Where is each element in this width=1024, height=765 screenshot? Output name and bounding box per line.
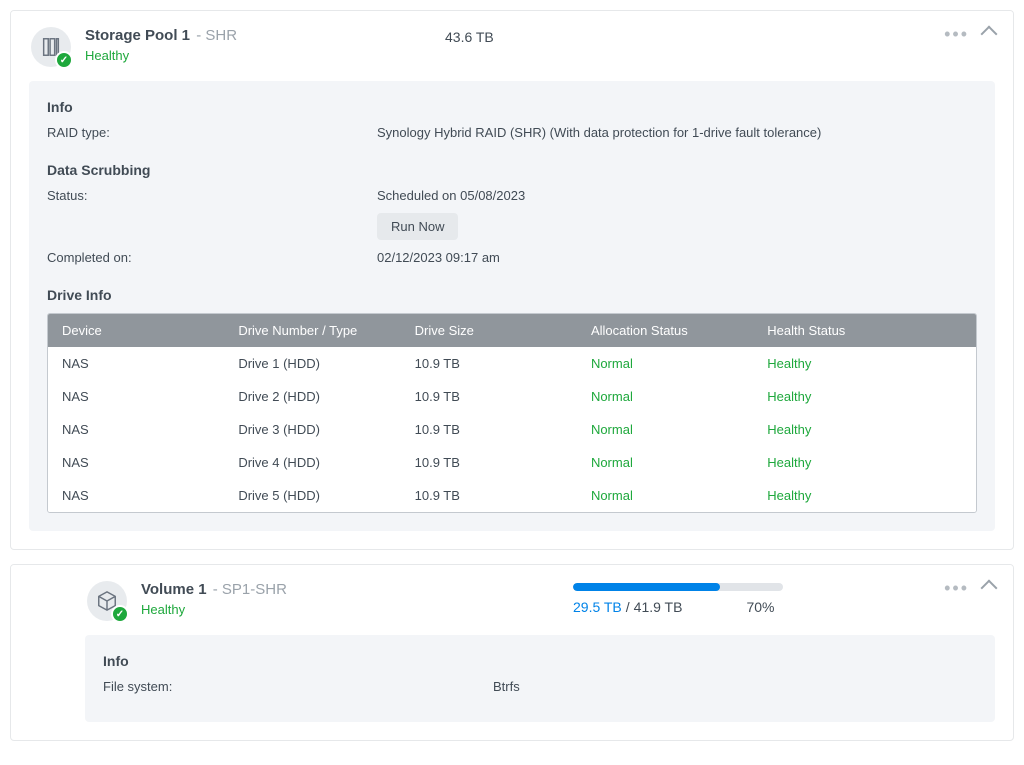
pool-status: Healthy (85, 48, 445, 63)
cell-health-status: Healthy (753, 347, 976, 380)
cell-drive-number: Drive 3 (HDD) (224, 413, 400, 446)
drive-info-heading: Drive Info (47, 287, 977, 303)
cell-device: NAS (48, 446, 224, 479)
col-size: Drive Size (401, 314, 577, 347)
volume-header: ✓ Volume 1 - SP1-SHR Healthy 29.5 TB / 4… (11, 565, 1013, 635)
raid-type-value: Synology Hybrid RAID (SHR) (With data pr… (377, 125, 977, 140)
drive-table: Device Drive Number / Type Drive Size Al… (47, 313, 977, 513)
pool-title-block: Storage Pool 1 - SHR Healthy (85, 27, 445, 63)
usage-progress-bar (573, 583, 783, 591)
usage-progress-fill (573, 583, 720, 591)
cell-device: NAS (48, 347, 224, 380)
table-row[interactable]: NASDrive 1 (HDD)10.9 TBNormalHealthy (48, 347, 976, 380)
scrub-status-value: Scheduled on 05/08/2023 (377, 188, 977, 203)
volume-more-menu[interactable]: ••• (944, 579, 969, 597)
table-row[interactable]: NASDrive 3 (HDD)10.9 TBNormalHealthy (48, 413, 976, 446)
volume-collapse-toggle[interactable] (981, 580, 998, 597)
volume-total: 41.9 TB (634, 599, 683, 615)
pool-capacity: 43.6 TB (445, 27, 993, 45)
cell-drive-size: 10.9 TB (401, 380, 577, 413)
cell-drive-number: Drive 4 (HDD) (224, 446, 400, 479)
cell-alloc-status: Normal (577, 380, 753, 413)
cell-drive-number: Drive 5 (HDD) (224, 479, 400, 512)
pool-info-body: Info RAID type: Synology Hybrid RAID (SH… (29, 81, 995, 531)
cell-health-status: Healthy (753, 413, 976, 446)
pool-header: ✓ Storage Pool 1 - SHR Healthy 43.6 TB •… (11, 11, 1013, 81)
fs-value: Btrfs (493, 679, 977, 694)
volume-subtitle: - SP1-SHR (213, 581, 287, 598)
status-check-icon: ✓ (111, 605, 129, 623)
col-number: Drive Number / Type (224, 314, 400, 347)
cell-health-status: Healthy (753, 479, 976, 512)
table-row[interactable]: NASDrive 5 (HDD)10.9 TBNormalHealthy (48, 479, 976, 512)
cell-device: NAS (48, 380, 224, 413)
scrub-completed-value: 02/12/2023 09:17 am (377, 250, 977, 265)
cell-device: NAS (48, 479, 224, 512)
scrub-status-label: Status: (47, 188, 377, 203)
cell-alloc-status: Normal (577, 413, 753, 446)
cell-alloc-status: Normal (577, 479, 753, 512)
table-row[interactable]: NASDrive 4 (HDD)10.9 TBNormalHealthy (48, 446, 976, 479)
status-check-icon: ✓ (55, 51, 73, 69)
cell-health-status: Healthy (753, 380, 976, 413)
pool-subtitle: - SHR (196, 27, 237, 44)
volume-title-block: Volume 1 - SP1-SHR Healthy (141, 581, 287, 617)
pool-collapse-toggle[interactable] (981, 26, 998, 43)
vol-info-heading: Info (103, 653, 977, 669)
cell-drive-size: 10.9 TB (401, 479, 577, 512)
usage-sep: / (626, 599, 630, 615)
volume-percent: 70% (746, 599, 774, 615)
storage-pool-panel: ✓ Storage Pool 1 - SHR Healthy 43.6 TB •… (10, 10, 1014, 550)
volume-info-body: Info File system: Btrfs (85, 635, 995, 722)
cell-drive-number: Drive 1 (HDD) (224, 347, 400, 380)
table-row[interactable]: NASDrive 2 (HDD)10.9 TBNormalHealthy (48, 380, 976, 413)
cell-drive-size: 10.9 TB (401, 446, 577, 479)
pool-more-menu[interactable]: ••• (944, 25, 969, 43)
volume-status: Healthy (141, 602, 287, 617)
cell-device: NAS (48, 413, 224, 446)
scrub-completed-label: Completed on: (47, 250, 377, 265)
volume-used: 29.5 TB (573, 599, 622, 615)
cell-health-status: Healthy (753, 446, 976, 479)
raid-type-label: RAID type: (47, 125, 377, 140)
pool-title: Storage Pool 1 (85, 27, 190, 44)
fs-label: File system: (103, 679, 493, 694)
volume-title: Volume 1 (141, 581, 207, 598)
pool-icon: ✓ (31, 27, 71, 67)
volume-usage: 29.5 TB / 41.9 TB 70% (573, 581, 993, 615)
col-alloc: Allocation Status (577, 314, 753, 347)
run-now-button[interactable]: Run Now (377, 213, 458, 240)
col-health: Health Status (753, 314, 976, 347)
drive-table-header: Device Drive Number / Type Drive Size Al… (48, 314, 976, 347)
col-device: Device (48, 314, 224, 347)
info-heading: Info (47, 99, 977, 115)
cell-alloc-status: Normal (577, 446, 753, 479)
cell-drive-number: Drive 2 (HDD) (224, 380, 400, 413)
cell-alloc-status: Normal (577, 347, 753, 380)
volume-panel: ✓ Volume 1 - SP1-SHR Healthy 29.5 TB / 4… (10, 564, 1014, 741)
volume-icon: ✓ (87, 581, 127, 621)
scrubbing-heading: Data Scrubbing (47, 162, 977, 178)
cell-drive-size: 10.9 TB (401, 413, 577, 446)
cell-drive-size: 10.9 TB (401, 347, 577, 380)
